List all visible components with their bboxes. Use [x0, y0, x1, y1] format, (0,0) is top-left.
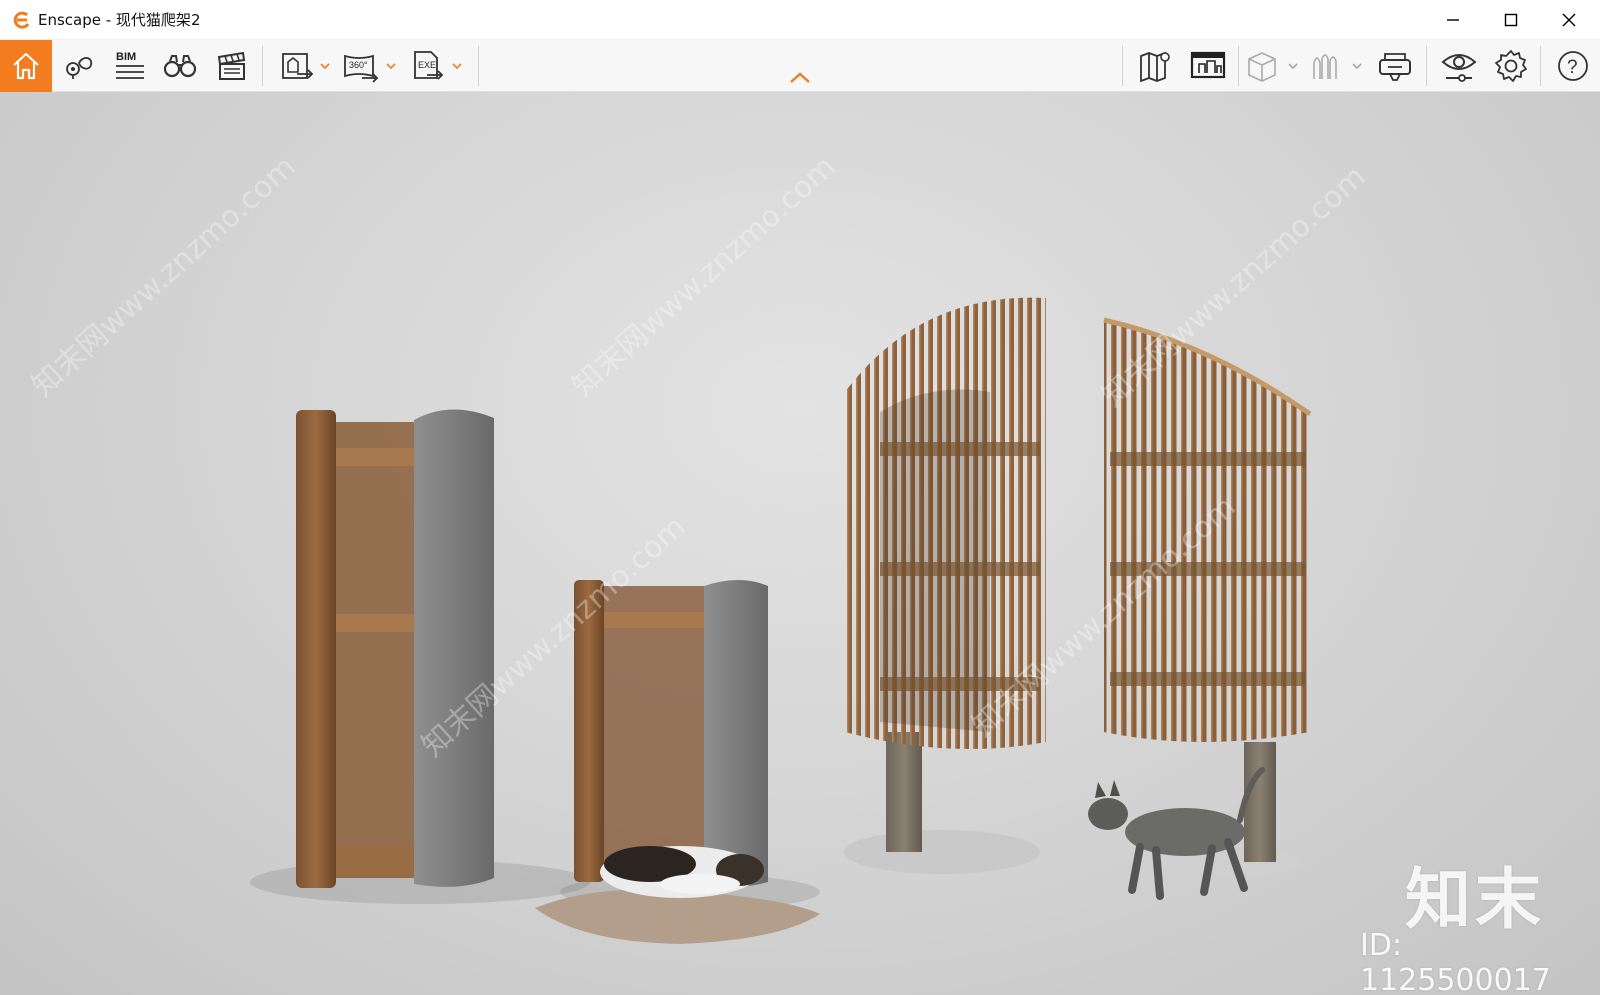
bim-button[interactable]: BIM — [108, 40, 152, 92]
enscape-logo-icon — [13, 11, 30, 29]
tall-cat-tower — [296, 409, 494, 888]
render-export-icon — [282, 53, 314, 79]
atmosphere-icon — [1313, 54, 1337, 79]
home-icon — [13, 52, 39, 80]
minimize-icon — [1447, 19, 1459, 21]
image-id-watermark: ID: 1125500017 — [1360, 928, 1551, 995]
batch-render-button[interactable] — [1186, 40, 1230, 92]
chevron-down-icon[interactable] — [386, 62, 396, 70]
chevron-down-icon[interactable] — [320, 62, 330, 70]
render-viewport[interactable]: 知末网www.znzmo.com 知末网www.znzmo.com 知末网www… — [0, 92, 1600, 995]
atmosphere-button[interactable] — [1306, 40, 1346, 92]
close-icon — [1562, 13, 1576, 27]
home-button[interactable] — [0, 40, 52, 92]
map-button[interactable] — [1134, 40, 1178, 92]
batch-render-icon — [1190, 51, 1226, 79]
short-cat-tower — [574, 580, 768, 888]
toolbar: BIM 360° EXE ? — [0, 40, 1600, 92]
toolbar-separator — [1540, 46, 1541, 86]
close-button[interactable] — [1540, 0, 1598, 40]
svg-text:?: ? — [1567, 57, 1578, 78]
chevron-down-icon[interactable] — [1352, 62, 1362, 70]
exe-export-icon: EXE — [414, 51, 444, 80]
visual-settings-button[interactable] — [1436, 40, 1482, 92]
map-icon — [1140, 51, 1170, 83]
binoculars-button[interactable] — [158, 40, 202, 92]
toolbar-separator — [262, 46, 263, 86]
collapse-toolbar-chevron-up-icon[interactable] — [788, 70, 812, 86]
bim-icon: BIM — [116, 51, 144, 79]
svg-text:BIM: BIM — [116, 51, 136, 63]
title-bar: Enscape - 现代猫爬架2 — [0, 0, 1600, 40]
toolbar-separator — [478, 46, 479, 86]
toolbar-separator — [1238, 46, 1239, 86]
vr-headset-icon — [1379, 53, 1411, 81]
settings-gear-icon — [1495, 50, 1527, 82]
svg-text:EXE: EXE — [418, 60, 436, 70]
window-title: Enscape - 现代猫爬架2 — [38, 11, 201, 29]
toolbar-separator — [1122, 46, 1123, 86]
binoculars-icon — [163, 55, 197, 78]
views-pin-icon — [66, 57, 93, 79]
exe-export-button[interactable]: EXE — [406, 40, 448, 92]
maximize-button[interactable] — [1482, 0, 1540, 40]
help-icon: ? — [1558, 51, 1588, 81]
toolbar-separator — [1426, 46, 1427, 86]
walking-cat — [1088, 767, 1265, 900]
render-export-button[interactable] — [276, 40, 318, 92]
asset-library-button[interactable] — [1242, 40, 1282, 92]
chevron-down-icon[interactable] — [452, 62, 462, 70]
visual-settings-eye-icon — [1441, 54, 1477, 82]
minimize-button[interactable] — [1424, 0, 1482, 40]
settings-button[interactable] — [1488, 40, 1534, 92]
svg-text:360°: 360° — [349, 60, 368, 70]
slatted-cylinder-tower-left — [844, 297, 1046, 874]
vr-headset-button[interactable] — [1372, 40, 1418, 92]
clapperboard-icon — [217, 51, 246, 80]
panorama-button[interactable]: 360° — [340, 40, 382, 92]
chevron-down-icon[interactable] — [1288, 62, 1298, 70]
views-button[interactable] — [58, 40, 102, 92]
panorama-360-icon: 360° — [344, 54, 379, 83]
help-button[interactable]: ? — [1552, 40, 1594, 92]
maximize-icon — [1504, 13, 1518, 27]
asset-box-icon — [1248, 52, 1276, 82]
video-editor-button[interactable] — [210, 40, 254, 92]
